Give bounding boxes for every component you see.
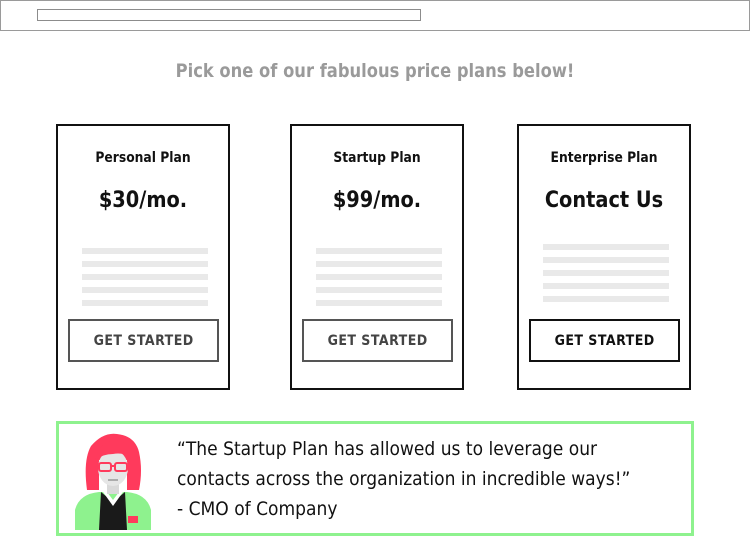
plan-card-personal: Personal Plan $30/mo. GET STARTED [56,124,230,390]
plan-description-placeholder [82,248,208,313]
quote-attribution: - CMO of Company [177,498,338,520]
address-bar[interactable] [37,9,421,21]
get-started-button-enterprise[interactable]: GET STARTED [529,319,680,362]
plan-card-enterprise: Enterprise Plan Contact Us GET STARTED [517,124,691,390]
plan-description-placeholder [543,244,669,309]
plan-name: Personal Plan [95,150,191,166]
plan-description-placeholder [316,248,442,313]
quote-line: “The Startup Plan has allowed us to leve… [177,438,598,460]
plan-price: $99/mo. [332,188,422,213]
testimonial-quote: “The Startup Plan has allowed us to leve… [177,434,645,524]
browser-toolbar [0,0,750,31]
get-started-button-personal[interactable]: GET STARTED [68,319,219,362]
plan-name: Enterprise Plan [550,150,658,166]
plan-price: $30/mo. [98,188,188,213]
avatar-icon [75,433,151,530]
plan-price: Contact Us [544,188,664,213]
page-headline: Pick one of our fabulous price plans bel… [175,60,575,82]
get-started-button-startup[interactable]: GET STARTED [302,319,453,362]
plan-name: Startup Plan [333,150,421,166]
plan-card-startup: Startup Plan $99/mo. GET STARTED [290,124,464,390]
testimonial-box: “The Startup Plan has allowed us to leve… [56,421,694,536]
quote-line: contacts across the organization in incr… [177,468,631,490]
